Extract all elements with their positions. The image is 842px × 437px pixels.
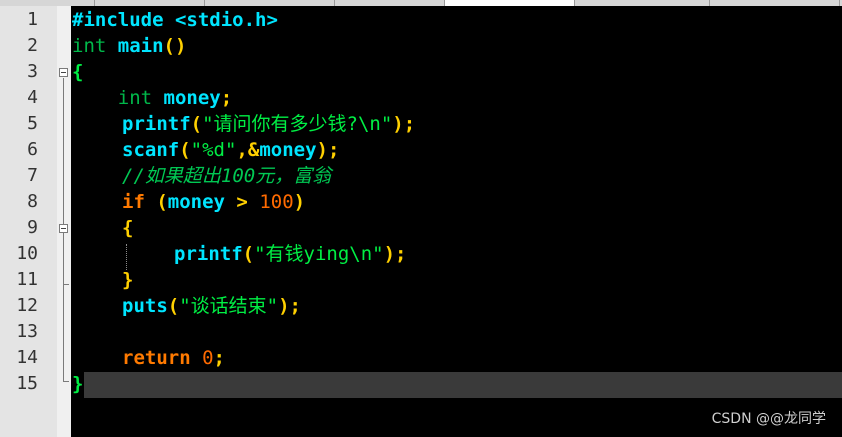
preprocessor-directive: #include <stdio.h> [72,9,278,31]
control-keyword: if [122,191,145,213]
code-text: return 0; [122,345,225,371]
code-text: #include <stdio.h> [72,7,278,33]
punctuation: ); [316,139,340,161]
punctuation: ( [242,243,255,265]
punctuation: ); [392,113,416,135]
variable: money [152,87,221,109]
line-number: 6 [27,139,38,160]
code-line-8[interactable]: 8 if (money > 100) [0,189,842,215]
code-text: { [72,59,83,85]
code-text: if (money > 100) [122,189,305,215]
line-number: 13 [16,321,38,342]
code-text: } [122,267,133,293]
variable: money [167,191,225,213]
code-text: //如果超出100元，富翁 [122,163,331,189]
function-name: scanf [122,139,180,161]
code-line-11[interactable]: 11 } [0,267,842,293]
punctuation: ( [144,191,168,213]
string-literal: "有钱ying\n" [254,243,384,265]
code-line-9[interactable]: 9 { [0,215,842,241]
operator: > [224,191,248,213]
function-name: printf [174,243,243,265]
code-line-6[interactable]: 6 scanf("%d",&money); [0,137,842,163]
punctuation: ); [383,243,407,265]
line-number: 2 [27,35,38,56]
code-text: puts("谈话结束"); [122,293,301,319]
code-line-2[interactable]: 2 int main() [0,33,842,59]
comment: //如果超出100元，富翁 [122,165,332,187]
code-line-5[interactable]: 5 printf("请问你有多少钱?\n"); [0,111,842,137]
line-number: 10 [16,243,38,264]
brace: } [122,269,134,291]
control-keyword: return [122,347,191,369]
punctuation: ( [190,113,203,135]
code-text: int money; [72,85,232,111]
brace: { [72,61,84,83]
code-line-15[interactable]: 15 } [0,371,842,397]
punctuation: ( [167,295,180,317]
function-name: puts [122,295,168,317]
code-text: printf("有钱ying\n"); [174,241,407,267]
line-number: 7 [27,165,38,186]
line-number: 15 [16,373,38,394]
type-keyword: int [72,35,107,57]
line-number: 9 [27,217,38,238]
string-literal: "%d" [190,139,237,161]
code-line-7[interactable]: 7 //如果超出100元，富翁 [0,163,842,189]
line-number: 11 [16,269,38,290]
number-literal: 0 [190,347,214,369]
function-name: printf [122,113,191,135]
code-line-12[interactable]: 12 puts("谈话结束"); [0,293,842,319]
code-line-3[interactable]: 3 { [0,59,842,85]
line-number: 1 [27,9,38,30]
number-literal: 100 [247,191,294,213]
watermark-text: CSDN @@龙同学 [711,411,826,427]
type-keyword: int [117,87,153,109]
punctuation: ; [220,87,233,109]
punctuation: ( [179,139,191,161]
string-literal: "请问你有多少钱?\n" [202,113,393,135]
code-text: scanf("%d",&money); [122,137,339,163]
variable: money [259,139,317,161]
code-line-13[interactable]: 13 [0,319,842,345]
line-number: 4 [27,87,38,108]
punctuation: () [163,35,187,57]
punctuation: ) [293,191,306,213]
code-line-10[interactable]: 10 printf("有钱ying\n"); [0,241,842,267]
string-literal: "谈话结束" [179,295,279,317]
line-number: 14 [16,347,38,368]
code-text: } [72,371,83,397]
brace: } [72,373,84,395]
punctuation: , [236,139,248,161]
code-text: { [122,215,133,241]
code-line-1[interactable]: 1 #include <stdio.h> [0,7,842,33]
line-number: 3 [27,61,38,82]
code-text: printf("请问你有多少钱?\n"); [122,111,415,137]
code-text: int main() [72,33,186,59]
line-number: 5 [27,113,38,134]
punctuation: ; [213,347,225,369]
brace: { [122,217,134,239]
code-line-4[interactable]: 4 int money; [0,85,842,111]
function-name: main [106,35,164,57]
line-number: 8 [27,191,38,212]
operator: & [247,139,260,161]
code-line-14[interactable]: 14 return 0; [0,345,842,371]
line-number: 12 [16,295,38,316]
punctuation: ); [278,295,301,317]
